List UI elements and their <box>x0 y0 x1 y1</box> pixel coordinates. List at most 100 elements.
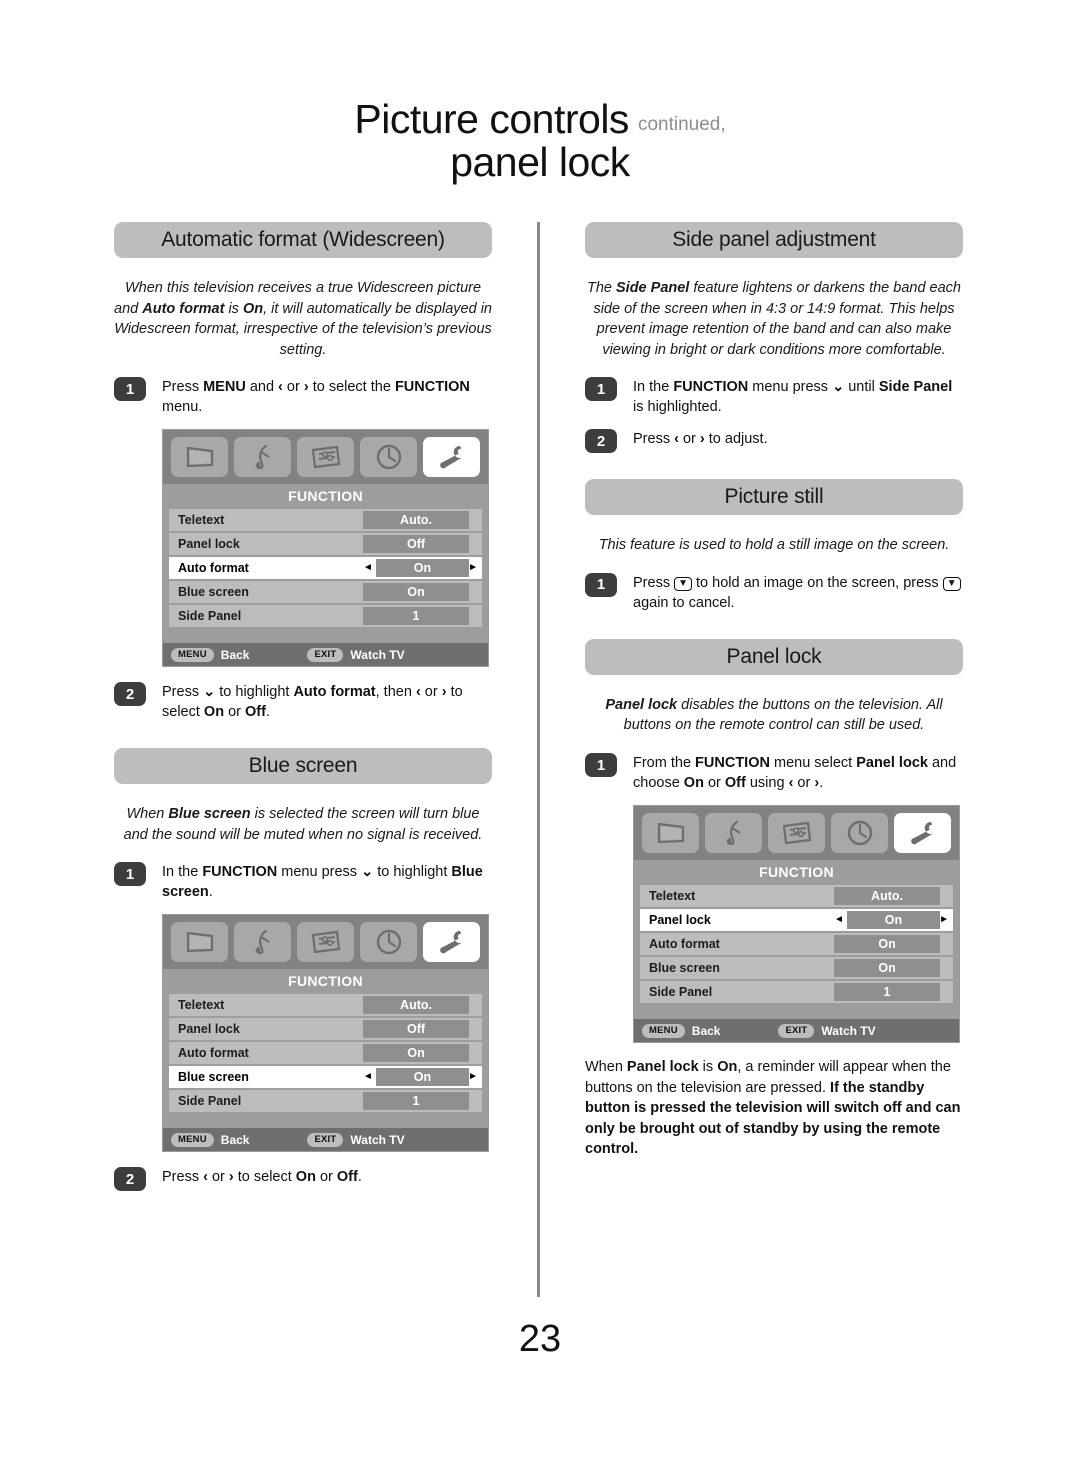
menu-key-pill[interactable]: MENU <box>171 647 214 662</box>
osd-rows: Teletext Auto. Panel lock ◄ On ► Auto fo… <box>634 885 959 1008</box>
sound-icon[interactable] <box>705 813 762 854</box>
osd-icon-bar <box>634 806 959 861</box>
caret-right-icon[interactable]: ► <box>939 915 949 925</box>
left-column: Automatic format (Widescreen) When this … <box>114 222 492 1202</box>
menu-key-pill[interactable]: MENU <box>642 1023 685 1038</box>
menu-key-pill[interactable]: MENU <box>171 1132 214 1147</box>
osd-row-auto-format[interactable]: Auto format On <box>640 933 953 956</box>
exit-key-pill[interactable]: EXIT <box>778 1023 815 1038</box>
osd-footer: MENU Back EXIT Watch TV <box>163 1128 488 1152</box>
sound-icon[interactable] <box>234 922 291 963</box>
step-number-badge: 1 <box>114 862 146 887</box>
osd-row-panel-lock[interactable]: Panel lock Off <box>169 1018 482 1041</box>
step-number-badge: 2 <box>585 429 617 454</box>
page-title-continued: continued, <box>637 114 726 135</box>
manual-page: Picture controls continued, panel lock Au… <box>0 0 1080 1473</box>
osd-row-panel-lock[interactable]: Panel lock ◄ On ► <box>640 909 953 932</box>
feature-icon[interactable] <box>297 437 354 478</box>
sound-icon[interactable] <box>234 437 291 478</box>
osd-menu-blue-screen[interactable]: FUNCTION Teletext Auto. Panel lock Off A… <box>162 914 489 1153</box>
step-text: Press ▼ to hold an image on the screen, … <box>633 572 963 613</box>
page-title: Picture controls continued, panel lock <box>0 96 1080 186</box>
setup-wrench-icon[interactable] <box>894 813 951 854</box>
osd-row-auto-format[interactable]: Auto format ◄ On ► <box>169 557 482 580</box>
right-column: Side panel adjustment The Side Panel fea… <box>585 222 963 1160</box>
step-blue-screen-1: 1 In the FUNCTION menu press ⌄ to highli… <box>114 861 492 902</box>
step-automatic-format-2: 2 Press ⌄ to highlight Auto format, then… <box>114 681 492 722</box>
step-side-panel-1: 1 In the FUNCTION menu press ⌄ until Sid… <box>585 376 963 417</box>
osd-row-blue-screen[interactable]: Blue screen On <box>640 957 953 980</box>
step-text: In the FUNCTION menu press ⌄ to highligh… <box>162 864 483 901</box>
osd-row-side-panel[interactable]: Side Panel 1 <box>169 1090 482 1113</box>
menu-key-label: Back <box>220 647 250 662</box>
step-text: Press ⌄ to highlight Auto format, then ‹… <box>162 684 463 721</box>
step-number-badge: 2 <box>114 1167 146 1192</box>
section-banner-automatic-format: Automatic format (Widescreen) <box>114 222 492 258</box>
side-panel-intro: The Side Panel feature lightens or darke… <box>586 280 961 358</box>
osd-icon-bar <box>163 915 488 970</box>
step-number-badge: 1 <box>585 753 617 778</box>
osd-spacer <box>163 1116 488 1129</box>
timer-icon[interactable] <box>831 813 888 854</box>
caret-right-icon[interactable]: ► <box>468 563 478 573</box>
osd-row-panel-lock[interactable]: Panel lock Off <box>169 533 482 556</box>
picture-icon[interactable] <box>642 813 699 854</box>
step-side-panel-2: 2 Press ‹ or › to adjust. <box>585 428 963 454</box>
setup-wrench-icon[interactable] <box>423 437 480 478</box>
osd-row-blue-screen[interactable]: Blue screen On <box>169 581 482 604</box>
osd-spacer <box>163 631 488 644</box>
osd-icon-bar <box>163 430 488 485</box>
caret-left-icon[interactable]: ◄ <box>834 915 844 925</box>
step-panel-lock-1: 1 From the FUNCTION menu select Panel lo… <box>585 752 963 793</box>
exit-key-pill[interactable]: EXIT <box>307 1132 344 1147</box>
osd-spacer <box>634 1007 959 1020</box>
osd-footer: MENU Back EXIT Watch TV <box>163 643 488 667</box>
exit-key-label: Watch TV <box>350 1132 405 1147</box>
menu-key-label: Back <box>691 1023 721 1038</box>
feature-icon[interactable] <box>297 922 354 963</box>
osd-footer: MENU Back EXIT Watch TV <box>634 1019 959 1043</box>
step-automatic-format-1: 1 Press MENU and ‹ or › to select the FU… <box>114 376 492 417</box>
picture-icon[interactable] <box>171 437 228 478</box>
osd-row-teletext[interactable]: Teletext Auto. <box>640 885 953 908</box>
step-text: Press ‹ or › to select On or Off. <box>162 1169 362 1186</box>
osd-row-side-panel[interactable]: Side Panel 1 <box>640 981 953 1004</box>
section-banner-side-panel-adjustment: Side panel adjustment <box>585 222 963 258</box>
step-number-badge: 1 <box>585 572 617 597</box>
panel-lock-intro: Panel lock disables the buttons on the t… <box>605 696 943 734</box>
setup-wrench-icon[interactable] <box>423 922 480 963</box>
picture-still-intro: This feature is used to hold a still ima… <box>598 537 950 554</box>
step-picture-still-1: 1 Press ▼ to hold an image on the screen… <box>585 572 963 613</box>
osd-menu-panel-lock[interactable]: FUNCTION Teletext Auto. Panel lock ◄ On … <box>633 805 960 1044</box>
section-banner-picture-still: Picture still <box>585 479 963 516</box>
step-text: From the FUNCTION menu select Panel lock… <box>633 755 957 792</box>
osd-menu-auto-format[interactable]: FUNCTION Teletext Auto. Panel lock Off A… <box>162 429 489 668</box>
osd-row-side-panel[interactable]: Side Panel 1 <box>169 605 482 628</box>
caret-left-icon[interactable]: ◄ <box>363 1072 373 1082</box>
caret-right-icon[interactable]: ► <box>468 1072 478 1082</box>
osd-row-teletext[interactable]: Teletext Auto. <box>169 994 482 1017</box>
timer-icon[interactable] <box>360 437 417 478</box>
menu-key-label: Back <box>220 1132 250 1147</box>
feature-icon[interactable] <box>768 813 825 854</box>
section-banner-panel-lock: Panel lock <box>585 638 963 675</box>
exit-key-label: Watch TV <box>350 647 405 662</box>
osd-row-teletext[interactable]: Teletext Auto. <box>169 509 482 532</box>
osd-rows: Teletext Auto. Panel lock Off Auto forma… <box>163 509 488 632</box>
step-text: Press ‹ or › to adjust. <box>633 431 768 448</box>
page-number: 23 <box>518 1318 562 1360</box>
osd-row-auto-format[interactable]: Auto format On <box>169 1042 482 1065</box>
step-text: Press MENU and ‹ or › to select the FUNC… <box>162 379 470 416</box>
automatic-format-intro: When this television receives a true Wid… <box>114 280 492 358</box>
step-blue-screen-2: 2 Press ‹ or › to select On or Off. <box>114 1166 492 1192</box>
picture-icon[interactable] <box>171 922 228 963</box>
osd-title: FUNCTION <box>163 969 488 995</box>
step-number-badge: 1 <box>585 377 617 402</box>
osd-title: FUNCTION <box>163 484 488 510</box>
osd-title: FUNCTION <box>634 860 959 886</box>
step-number-badge: 1 <box>114 377 146 402</box>
timer-icon[interactable] <box>360 922 417 963</box>
osd-row-blue-screen[interactable]: Blue screen ◄ On ► <box>169 1066 482 1089</box>
exit-key-pill[interactable]: EXIT <box>307 647 344 662</box>
caret-left-icon[interactable]: ◄ <box>363 563 373 573</box>
